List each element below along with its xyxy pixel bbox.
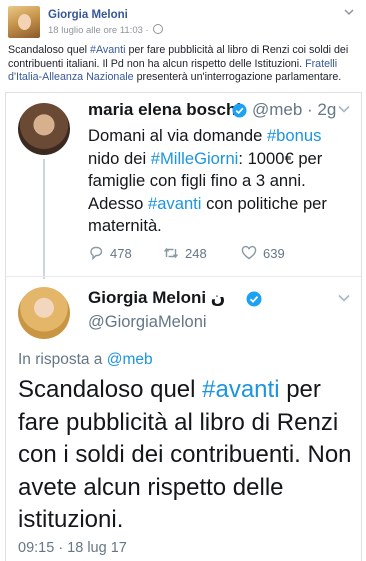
divider <box>6 276 361 277</box>
quoted-handle: @meb · 2g <box>252 100 337 119</box>
tweet-text-part: Domani al via domande <box>88 126 267 145</box>
hashtag-link: #avanti <box>202 376 280 403</box>
reply-label: In risposta a <box>18 351 107 368</box>
reply-handle-link: @meb <box>106 351 153 368</box>
hashtag-link[interactable]: #Avanti <box>90 44 125 56</box>
thread-line <box>43 159 45 279</box>
hashtag-link: #bonus <box>266 126 322 145</box>
tweet-author-handle: @GiorgiaMeloni <box>88 313 207 331</box>
post-timestamp[interactable]: 18 luglio alle ore 11:03 · <box>48 24 164 36</box>
tweet-author-name-text: Giorgia Meloni <box>88 288 207 307</box>
author-name[interactable]: Giorgia Meloni <box>48 9 128 21</box>
tweet-author-name: Giorgia Meloni ن <box>88 288 225 308</box>
hashtag-link: #MilleGiorni <box>150 148 239 168</box>
tweet-screenshot: maria elena boschi @meb · 2g Domani al v… <box>5 92 362 561</box>
chevron-down-icon[interactable] <box>342 8 356 20</box>
post-header: Giorgia Meloni 18 luglio alle ore 11:03 … <box>8 6 358 38</box>
reply-count: 478 <box>110 245 132 261</box>
tweet-timestamp: 09:15 · 18 lug 17 <box>18 540 127 556</box>
tweet-author-avatar <box>18 287 70 339</box>
name-suffix: ن <box>210 288 226 307</box>
author-avatar[interactable] <box>8 6 40 38</box>
chevron-down-icon <box>338 105 350 113</box>
quoted-avatar <box>18 103 70 155</box>
retweet-icon <box>163 247 179 259</box>
quoted-tweet-text: Domani al via domande #bonus nido dei #M… <box>88 125 348 238</box>
reply-action: 478 <box>88 245 132 261</box>
globe-icon <box>153 24 164 34</box>
retweet-count: 248 <box>185 245 207 261</box>
tweet-text: Scandaloso quel #avanti per fare pubblic… <box>18 374 354 537</box>
reply-context: In risposta a @meb <box>18 351 153 369</box>
retweet-action: 248 <box>163 245 207 261</box>
post-text: Scandaloso quel #Avanti per fare pubblic… <box>8 44 360 85</box>
post-text-part: Scandaloso quel <box>8 44 90 56</box>
like-action: 639 <box>241 245 285 261</box>
chevron-down-icon <box>338 294 350 302</box>
reply-icon <box>90 246 103 261</box>
tweet-text-part: nido dei <box>88 148 151 168</box>
quoted-author-name: maria elena boschi <box>88 100 242 119</box>
post-timestamp-text[interactable]: 18 luglio alle ore 11:03 · <box>48 25 149 36</box>
tweet-actions: 478 248 639 <box>88 245 348 263</box>
verified-badge-icon <box>246 291 262 307</box>
like-icon <box>241 245 257 260</box>
post-text-part: presenterà un'interrogazione parlamentar… <box>133 71 342 84</box>
verified-badge-icon <box>232 103 247 118</box>
like-count: 639 <box>263 245 285 261</box>
hashtag-link: #avanti <box>147 193 202 213</box>
tweet-text-part: Scandaloso quel <box>18 376 203 403</box>
